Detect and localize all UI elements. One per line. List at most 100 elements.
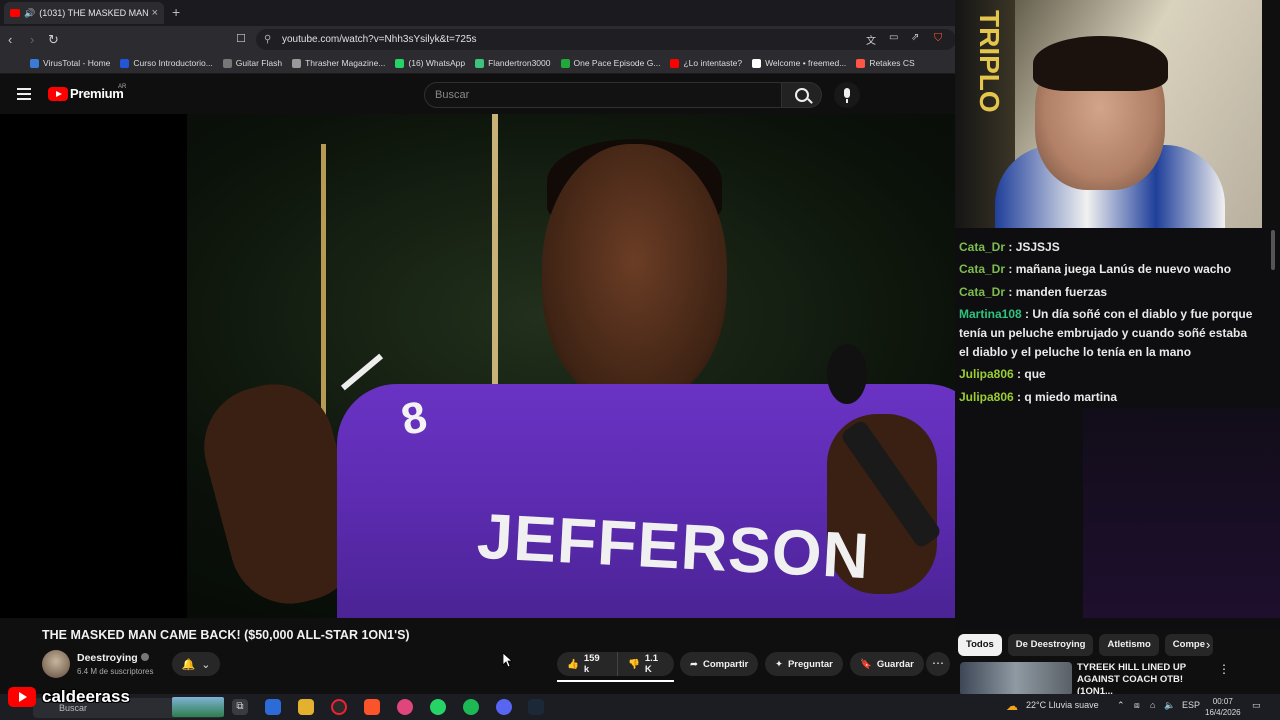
- video-player[interactable]: 8 JEFFERSON: [0, 114, 1083, 618]
- youtube-badge-icon: [8, 687, 36, 707]
- youtube-premium-logo[interactable]: Premium: [70, 86, 124, 101]
- brave-shield-icon[interactable]: ⛉: [934, 32, 942, 45]
- spotify-icon[interactable]: [463, 699, 479, 715]
- recommendation-thumbnail[interactable]: [960, 662, 1072, 696]
- bookmark-item[interactable]: Flandertron3000: [475, 58, 551, 68]
- bookmark-label: VirusTotal - Home: [43, 58, 111, 68]
- notifications-icon[interactable]: ▭: [1252, 700, 1261, 711]
- brave-browser-icon[interactable]: [364, 699, 380, 715]
- related-filter-chips: Todos De Deestroying Atletismo Compe: [958, 634, 1213, 656]
- bookmark-favicon-icon: [30, 58, 39, 68]
- forward-icon[interactable]: ›: [30, 32, 34, 47]
- bookmark-item[interactable]: (16) WhatsApp: [395, 58, 465, 68]
- chat-username[interactable]: Julipa806: [959, 390, 1014, 404]
- notifications-button[interactable]: 🔔 ⌄: [172, 652, 220, 676]
- browser-tab-bar: 🔊 (1031) THE MASKED MAN CA × +: [0, 0, 956, 26]
- bookmark-item[interactable]: Guitar Flash: [222, 58, 283, 68]
- channel-avatar[interactable]: [42, 650, 70, 678]
- dislike-button[interactable]: 👎 1.1 K: [617, 652, 674, 676]
- bookmark-favicon-icon: [222, 58, 232, 68]
- weather-icon[interactable]: ☁: [1006, 699, 1018, 713]
- bookmark-label: Guitar Flash: [235, 58, 283, 68]
- bookmark-item[interactable]: One Pace Episode G...: [560, 58, 661, 68]
- page-scrollbar[interactable]: [1271, 230, 1275, 270]
- url-field[interactable]: ⚲ youtube.com/watch?v=Nhh3sYsilyk&t=725s: [256, 29, 956, 50]
- save-label: Guardar: [876, 658, 914, 670]
- filter-chip[interactable]: Todos: [958, 634, 1002, 656]
- system-clock[interactable]: 00:07 16/4/2026: [1205, 696, 1241, 718]
- audio-playing-icon[interactable]: 🔊: [24, 8, 35, 19]
- chat-username[interactable]: Martina108: [959, 307, 1022, 321]
- bookmark-label: One Pace Episode G...: [573, 58, 661, 68]
- steam-icon[interactable]: [528, 699, 544, 715]
- menu-icon[interactable]: [17, 88, 31, 100]
- bookmark-label: ¿Lo intentaste?: [683, 58, 743, 68]
- filter-chip[interactable]: Atletismo: [1099, 634, 1159, 656]
- bookmark-item[interactable]: VirusTotal - Home: [30, 58, 110, 68]
- whatsapp-icon[interactable]: [430, 699, 446, 715]
- translate-icon[interactable]: 文: [866, 32, 876, 47]
- share-icon[interactable]: ⇗: [911, 32, 919, 43]
- bookmark-label: Thrasher Magazine...: [305, 58, 386, 68]
- save-button[interactable]: 🔖 Guardar: [850, 652, 924, 676]
- file-explorer-icon[interactable]: [298, 699, 314, 715]
- chat-separator: :: [1005, 285, 1016, 299]
- youtube-favicon-icon: [10, 9, 20, 17]
- bookmark-item[interactable]: ¿Lo intentaste?: [670, 58, 742, 68]
- bookmark-icon[interactable]: ☐: [236, 32, 246, 45]
- chat-username[interactable]: Cata_Dr: [959, 285, 1005, 299]
- obs-icon[interactable]: [331, 699, 347, 715]
- site-info-icon[interactable]: ⚲: [264, 29, 271, 50]
- chat-username[interactable]: Cata_Dr: [959, 240, 1005, 254]
- chat-message: Martina108 : Un día soñé con el diablo y…: [959, 305, 1259, 362]
- clock-date: 16/4/2026: [1205, 708, 1241, 717]
- network-icon[interactable]: ⌂: [1150, 700, 1155, 710]
- chat-text: mañana juega Lanús de nuevo wacho: [1015, 262, 1232, 276]
- browser-tab-active[interactable]: 🔊 (1031) THE MASKED MAN CA ×: [4, 2, 164, 24]
- ask-button[interactable]: ✦ Preguntar: [765, 652, 843, 676]
- bookmark-favicon-icon: [856, 58, 866, 68]
- new-tab-button[interactable]: +: [172, 4, 180, 20]
- volume-icon[interactable]: 🔈: [1164, 700, 1175, 711]
- bookmark-item[interactable]: Welcome • freemed...: [752, 58, 846, 68]
- bookmark-item[interactable]: Thrasher Magazine...: [292, 58, 385, 68]
- store-icon[interactable]: [265, 699, 281, 715]
- bookmark-favicon-icon: [475, 58, 485, 68]
- youtube-logo-icon[interactable]: [48, 87, 68, 101]
- discord-icon[interactable]: [496, 699, 512, 715]
- cast-icon[interactable]: ▭: [889, 32, 898, 43]
- close-tab-icon[interactable]: ×: [152, 7, 158, 19]
- channel-name[interactable]: Deestroying: [77, 652, 149, 664]
- chat-username[interactable]: Julipa806: [959, 367, 1014, 381]
- chat-username[interactable]: Cata_Dr: [959, 262, 1005, 276]
- reload-icon[interactable]: ↻: [48, 32, 59, 48]
- weather-text[interactable]: 22°C Lluvia suave: [1026, 700, 1099, 710]
- bookmark-item[interactable]: Retakes CS: [856, 58, 915, 68]
- chat-separator: :: [1005, 240, 1016, 254]
- bell-icon: 🔔: [181, 658, 196, 671]
- channel-name-text[interactable]: Deestroying: [77, 652, 138, 664]
- country-code: AR: [118, 84, 127, 90]
- voice-search-icon[interactable]: [834, 82, 860, 108]
- bookmark-item[interactable]: Curso Introductorio...: [120, 58, 213, 68]
- share-button[interactable]: ➦ Compartir: [680, 652, 759, 676]
- recommendation-menu-icon[interactable]: ⋮: [1218, 662, 1230, 676]
- filter-chip[interactable]: De Deestroying: [1007, 634, 1094, 656]
- like-button[interactable]: 👍 159 k: [557, 652, 617, 676]
- recommendation-title[interactable]: TYREEK HILL LINED UP AGAINST COACH OTB! …: [1077, 662, 1217, 698]
- app-icon[interactable]: [397, 699, 413, 715]
- tray-chevron-icon[interactable]: ⌃: [1117, 700, 1125, 711]
- dislike-count: 1.1 K: [644, 653, 659, 675]
- bookmark-favicon-icon: [752, 58, 762, 68]
- back-icon[interactable]: ‹: [8, 32, 12, 47]
- bookmarks-bar: VirusTotal - Home Curso Introductorio... G…: [0, 53, 956, 74]
- chevron-right-icon[interactable]: ›: [1206, 637, 1210, 652]
- language-indicator[interactable]: ESP: [1182, 700, 1200, 710]
- more-actions-icon[interactable]: ⋯: [926, 652, 950, 676]
- search-button[interactable]: [782, 82, 822, 108]
- chat-background: [1083, 408, 1280, 618]
- search-input[interactable]: Buscar: [424, 82, 782, 108]
- task-view-icon[interactable]: ⧉: [232, 699, 248, 715]
- thumbs-up-icon: 👍: [567, 658, 579, 670]
- tray-app-icon[interactable]: ⧈: [1134, 700, 1140, 711]
